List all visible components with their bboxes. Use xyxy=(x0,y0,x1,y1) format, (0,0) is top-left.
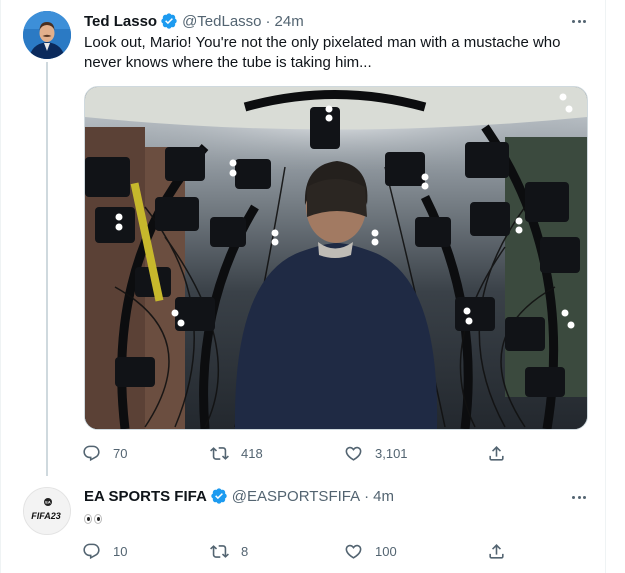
column-border-right xyxy=(605,0,606,573)
more-options-icon[interactable] xyxy=(569,490,589,504)
tweet-header: EA SPORTS FIFA @EASPORTSFIFA · 4m xyxy=(84,486,394,506)
tweet-photo[interactable] xyxy=(84,86,588,430)
tweet-text: Look out, Mario! You're not the only pix… xyxy=(84,34,561,71)
tweet-actions: 70 418 3,101 xyxy=(76,438,506,468)
tweet-actions: 10 8 100 xyxy=(76,536,506,566)
retweet-button[interactable]: 8 xyxy=(210,536,248,566)
tweet[interactable]: Ted Lasso @TedLasso · 24m Look out, Mari… xyxy=(0,0,605,476)
retweet-icon xyxy=(210,544,229,558)
author-name[interactable]: EA SPORTS FIFA xyxy=(84,488,207,505)
author-handle[interactable]: @EASPORTSFIFA xyxy=(232,488,360,505)
fifa23-logo-icon: EA FIFA23 xyxy=(24,488,70,534)
verified-badge-icon xyxy=(160,12,178,30)
retweet-button[interactable]: 418 xyxy=(210,438,263,468)
like-button[interactable]: 100 xyxy=(344,536,397,566)
reply-count: 70 xyxy=(113,445,128,461)
reply-button[interactable]: 10 xyxy=(82,536,127,566)
share-icon xyxy=(489,445,504,461)
eyes-emoji-icon xyxy=(84,514,102,524)
reply-icon xyxy=(83,543,100,559)
more-options-icon[interactable] xyxy=(569,14,589,28)
tweet-text xyxy=(84,510,589,530)
photo-capture-rig-image xyxy=(85,87,587,429)
share-button[interactable] xyxy=(487,536,506,566)
share-icon xyxy=(489,543,504,559)
like-count: 3,101 xyxy=(375,445,408,461)
like-button[interactable]: 3,101 xyxy=(344,438,408,468)
svg-text:EA: EA xyxy=(45,500,51,505)
like-count: 100 xyxy=(375,543,397,559)
avatar[interactable] xyxy=(23,11,71,59)
author-handle[interactable]: @TedLasso xyxy=(182,13,261,30)
timestamp[interactable]: 4m xyxy=(373,488,394,505)
tweet-header: Ted Lasso @TedLasso · 24m xyxy=(84,11,304,31)
reply-button[interactable]: 70 xyxy=(82,438,127,468)
share-button[interactable] xyxy=(487,438,506,468)
tweet[interactable]: EA FIFA23 EA SPORTS FIFA @EASPORTSFIFA ·… xyxy=(0,476,605,573)
separator-dot: · xyxy=(265,12,271,30)
retweet-icon xyxy=(210,446,229,460)
ted-lasso-avatar-icon xyxy=(23,11,71,59)
avatar[interactable]: EA FIFA23 xyxy=(23,487,71,535)
retweet-count: 418 xyxy=(241,445,263,461)
reply-icon xyxy=(83,445,100,461)
separator-dot: · xyxy=(364,487,370,505)
author-name[interactable]: Ted Lasso xyxy=(84,13,157,30)
svg-text:FIFA23: FIFA23 xyxy=(31,511,61,521)
heart-icon xyxy=(345,544,362,559)
verified-badge-icon xyxy=(210,487,228,505)
reply-count: 10 xyxy=(113,543,128,559)
timestamp[interactable]: 24m xyxy=(275,13,304,30)
heart-icon xyxy=(345,446,362,461)
retweet-count: 8 xyxy=(241,543,249,559)
